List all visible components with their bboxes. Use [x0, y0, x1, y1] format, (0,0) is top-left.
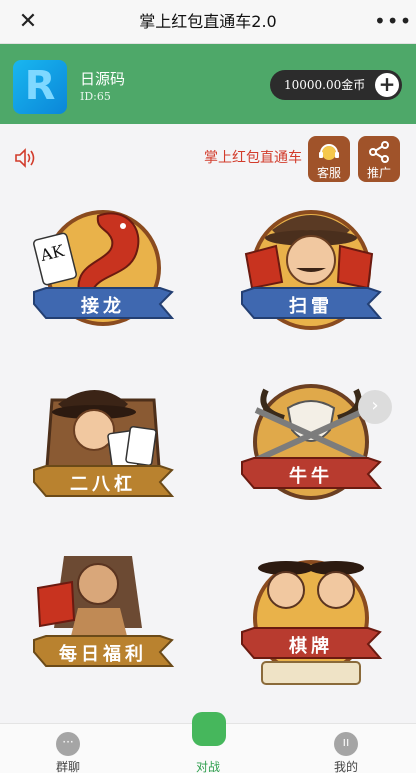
user-icon: ıı	[334, 732, 358, 756]
headset-icon	[319, 144, 339, 160]
notice-marquee: 掌上红包直通车	[204, 150, 302, 166]
tab-battle[interactable]: 对战	[148, 712, 268, 773]
user-id: ID:65	[80, 90, 111, 103]
page-title: 掌上红包直通车2.0	[139, 12, 277, 31]
speaker-icon[interactable]	[14, 148, 38, 168]
bottom-tab-bar: ··· 群聊 对战 ıı 我的	[0, 712, 416, 773]
user-header: R 日源码 ID:65 10000.00金币 +	[0, 44, 416, 124]
tab-mine[interactable]: ıı 我的	[286, 724, 406, 773]
tab-label: 我的	[333, 760, 358, 773]
game-controller-icon	[192, 712, 226, 746]
gunslingers-art	[241, 560, 383, 685]
dragon-cards-art: AK	[33, 210, 175, 326]
chevron-right-icon[interactable]: ›	[358, 390, 392, 424]
native-girl-art	[33, 556, 175, 667]
game-tile-daily-bonus[interactable]: 每日福利	[28, 548, 178, 698]
title-bar: ✕ 掌上红包直通车2.0 •••	[0, 0, 416, 44]
side-button-label: 推广	[366, 166, 391, 180]
tab-label: 群聊	[55, 760, 80, 773]
customer-service-button[interactable]: 客服	[308, 136, 350, 182]
share-icon	[369, 141, 389, 163]
game-label: 扫雷	[289, 296, 333, 317]
game-tile-qipai[interactable]: 棋牌	[236, 548, 386, 698]
share-button[interactable]: 推广	[358, 136, 400, 182]
coin-amount: 10000.00金币	[284, 78, 366, 92]
game-label: 棋牌	[289, 636, 333, 657]
notice-bar: 掌上红包直通车 客服 推广	[0, 124, 416, 192]
game-label: 每日福利	[59, 644, 147, 665]
game-label: 二八杠	[70, 474, 136, 495]
game-tile-erbagang[interactable]: 二八杠	[28, 370, 178, 520]
game-tile-niuniu[interactable]: 牛牛	[236, 370, 386, 520]
more-dots-icon[interactable]: •••	[374, 10, 411, 34]
tab-group-chat[interactable]: ··· 群聊	[8, 724, 128, 773]
game-tile-jielong[interactable]: AK 接龙	[28, 196, 178, 346]
game-label: 接龙	[81, 296, 125, 317]
side-button-label: 客服	[316, 166, 341, 180]
user-name: 日源码	[80, 70, 126, 88]
game-tile-saolei[interactable]: 扫雷	[236, 196, 386, 346]
plus-icon[interactable]: +	[375, 73, 399, 97]
tab-label: 对战	[195, 760, 220, 773]
coin-balance[interactable]: 10000.00金币 +	[270, 70, 402, 100]
avatar[interactable]: R	[13, 60, 67, 114]
game-label: 牛牛	[289, 466, 333, 487]
bull-skull-art	[241, 384, 383, 500]
cowboy-bomb-art	[241, 210, 383, 330]
chat-bubble-icon: ···	[56, 732, 80, 756]
